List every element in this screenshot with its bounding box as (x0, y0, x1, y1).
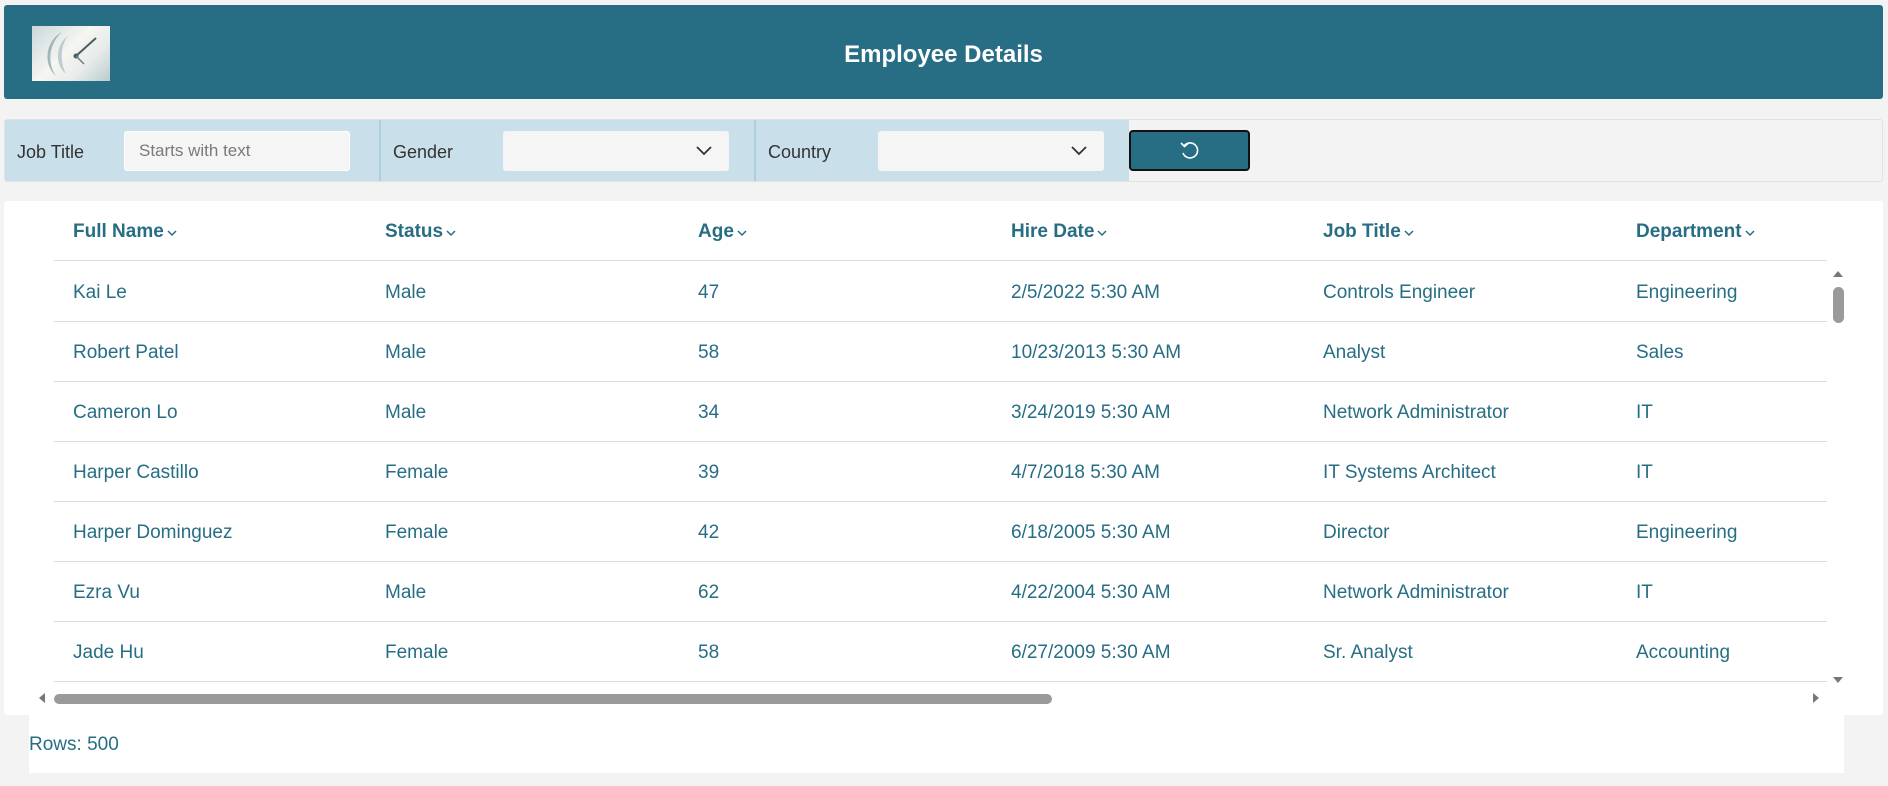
table-row[interactable]: Jade Hu Female 58 6/27/2009 5:30 AM Sr. … (54, 622, 1827, 682)
gender-filter-label: Gender (393, 142, 454, 162)
job-title-filter: Job Title (5, 120, 379, 181)
cell-age: 62 (698, 582, 720, 603)
cell-hire-date: 6/27/2009 5:30 AM (1011, 642, 1171, 663)
app-header: Employee Details (4, 5, 1883, 99)
cell-age: 34 (698, 402, 720, 423)
reset-filters-button[interactable] (1129, 130, 1250, 171)
cell-full-name: Cameron Lo (73, 402, 178, 423)
cell-age: 39 (698, 462, 720, 483)
cell-hire-date: 6/18/2005 5:30 AM (1011, 522, 1171, 543)
horizontal-scroll-thumb[interactable] (54, 694, 1052, 704)
cell-full-name: Jade Hu (73, 642, 144, 663)
sort-chevron-icon (446, 221, 456, 243)
cell-status: Female (385, 462, 449, 483)
cell-hire-date: 4/22/2004 5:30 AM (1011, 582, 1171, 603)
sort-chevron-icon (167, 221, 177, 243)
table-row[interactable]: Ezra Vu Male 62 4/22/2004 5:30 AM Networ… (54, 562, 1827, 622)
cell-department: Engineering (1636, 282, 1738, 303)
sort-chevron-icon (737, 221, 747, 243)
cell-full-name: Robert Patel (73, 342, 179, 363)
cell-department: IT (1636, 402, 1653, 423)
row-count: Rows: 500 (29, 734, 119, 755)
country-dropdown[interactable] (878, 131, 1104, 171)
sort-chevron-icon (1404, 221, 1414, 243)
cell-job-title: Sr. Analyst (1323, 642, 1413, 663)
cell-job-title: IT Systems Architect (1323, 462, 1496, 483)
cell-status: Male (385, 402, 427, 423)
grid-footer: Rows: 500 (29, 714, 1844, 773)
scroll-down-arrow-icon[interactable] (1830, 675, 1846, 687)
country-filter-label: Country (768, 142, 832, 162)
scroll-left-arrow-icon[interactable] (36, 689, 48, 707)
filter-bar: Job Title Gender Country (4, 119, 1883, 182)
column-header-hire-date[interactable]: Hire Date (1011, 221, 1107, 243)
column-header-job-title[interactable]: Job Title (1323, 221, 1414, 243)
cell-status: Male (385, 582, 427, 603)
chevron-down-icon (1070, 143, 1088, 162)
column-header-status[interactable]: Status (385, 221, 456, 243)
column-header-full-name[interactable]: Full Name (73, 221, 177, 243)
chevron-down-icon (695, 143, 713, 162)
sort-chevron-icon (1745, 221, 1755, 243)
cell-hire-date: 3/24/2019 5:30 AM (1011, 402, 1171, 423)
cell-hire-date: 4/7/2018 5:30 AM (1011, 462, 1160, 483)
column-header-department[interactable]: Department (1636, 221, 1755, 243)
scroll-right-arrow-icon[interactable] (1810, 689, 1822, 707)
cell-status: Male (385, 342, 427, 363)
cell-full-name: Harper Dominguez (73, 522, 233, 543)
cell-department: Engineering (1636, 522, 1738, 543)
table-row[interactable]: Robert Patel Male 58 10/23/2013 5:30 AM … (54, 322, 1827, 382)
cell-status: Female (385, 522, 449, 543)
cell-full-name: Ezra Vu (73, 582, 140, 603)
vertical-scrollbar[interactable] (1830, 267, 1846, 687)
cell-department: IT (1636, 582, 1653, 603)
cell-full-name: Harper Castillo (73, 462, 199, 483)
cell-status: Male (385, 282, 427, 303)
cell-job-title: Network Administrator (1323, 582, 1509, 603)
cell-hire-date: 2/5/2022 5:30 AM (1011, 282, 1160, 303)
cell-age: 47 (698, 282, 720, 303)
country-filter: Country (756, 120, 1129, 181)
table-row[interactable]: Harper Dominguez Female 42 6/18/2005 5:3… (54, 502, 1827, 562)
table-row[interactable]: Kai Le Male 47 2/5/2022 5:30 AM Controls… (54, 262, 1827, 322)
table-row[interactable]: Harper Castillo Female 39 4/7/2018 5:30 … (54, 442, 1827, 502)
cell-full-name: Kai Le (73, 282, 127, 303)
horizontal-scrollbar[interactable] (32, 689, 1822, 707)
cell-age: 58 (698, 342, 720, 363)
cell-job-title: Network Administrator (1323, 402, 1509, 423)
cell-status: Female (385, 642, 449, 663)
employee-grid: Full Name Status Age Hire Date Job Title… (4, 201, 1883, 715)
job-title-filter-label: Job Title (17, 142, 85, 162)
cell-department: IT (1636, 462, 1653, 483)
column-header-age[interactable]: Age (698, 221, 747, 243)
cell-job-title: Analyst (1323, 342, 1386, 363)
cell-age: 58 (698, 642, 720, 663)
vertical-scroll-thumb[interactable] (1833, 287, 1844, 323)
cell-department: Accounting (1636, 642, 1731, 663)
cell-age: 42 (698, 522, 720, 543)
sort-chevron-icon (1097, 221, 1107, 243)
gender-filter: Gender (381, 120, 754, 181)
cell-hire-date: 10/23/2013 5:30 AM (1011, 342, 1182, 363)
grid-header-row: Full Name Status Age Hire Date Job Title… (54, 201, 1827, 261)
cell-job-title: Director (1323, 522, 1390, 543)
page-title: Employee Details (844, 41, 1043, 68)
cell-department: Sales (1636, 342, 1684, 363)
job-title-input[interactable] (124, 131, 350, 171)
table-row[interactable]: Cameron Lo Male 34 3/24/2019 5:30 AM Net… (54, 382, 1827, 442)
gender-dropdown[interactable] (503, 131, 729, 171)
cell-job-title: Controls Engineer (1323, 282, 1476, 303)
undo-icon (1180, 142, 1199, 159)
scroll-up-arrow-icon[interactable] (1830, 267, 1846, 279)
